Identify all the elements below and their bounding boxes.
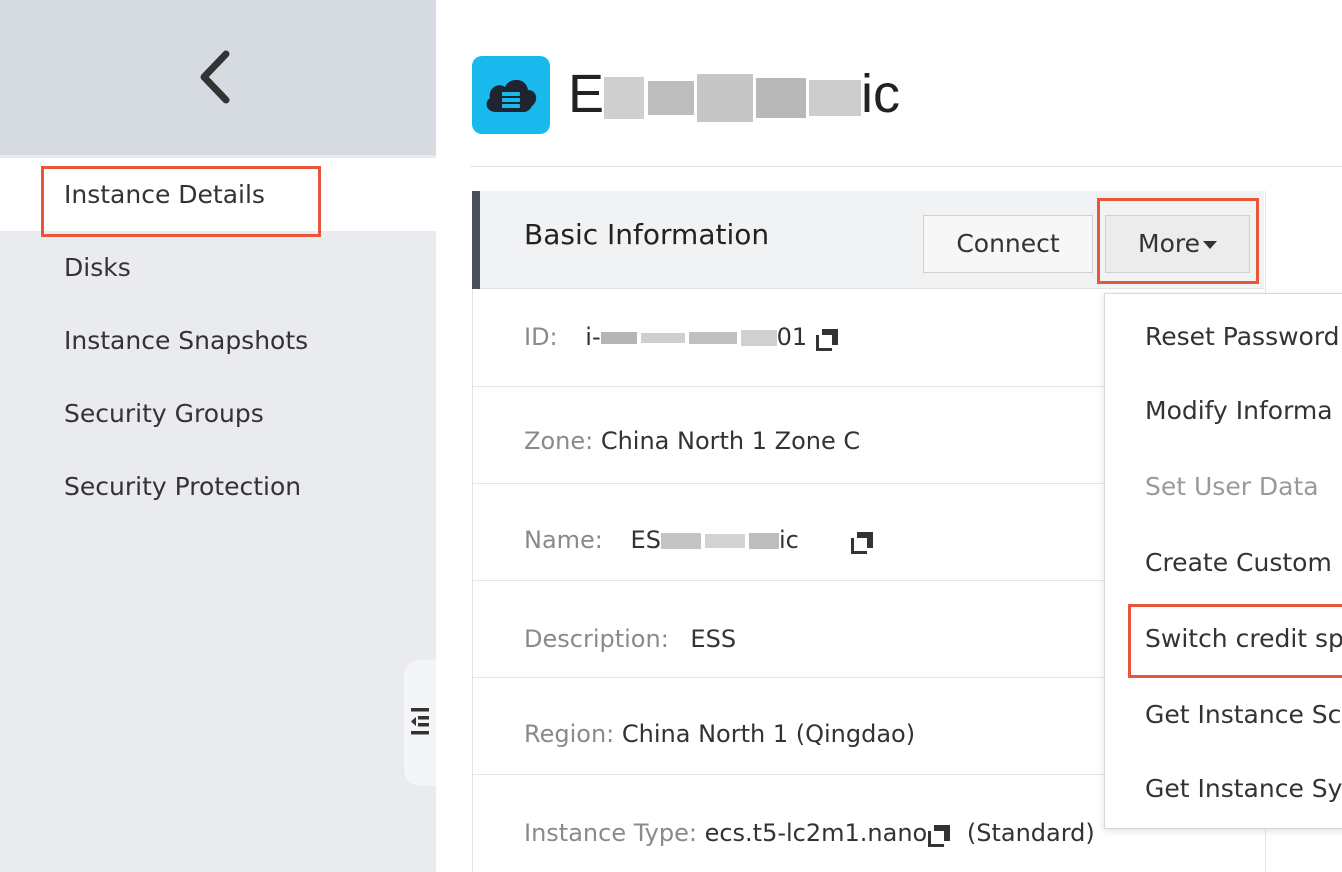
redacted-text: [600, 323, 777, 351]
row-value: China North 1 Zone C: [600, 427, 861, 455]
sidebar-item-label: Instance Snapshots: [64, 326, 309, 355]
page-title-start: E: [568, 64, 605, 124]
row-label: Description:: [524, 625, 669, 653]
copy-icon[interactable]: [815, 326, 839, 351]
highlight-box-instance-details: [41, 166, 321, 237]
sidebar-item-label: Security Protection: [64, 472, 302, 501]
sidebar-item-disks[interactable]: Disks: [0, 231, 436, 304]
sidebar-item-label: Disks: [64, 253, 131, 282]
menu-item-set-user-data: Set User Data: [1145, 472, 1319, 501]
highlight-box-switch-credit: [1128, 604, 1342, 678]
copy-icon[interactable]: [927, 822, 951, 847]
sidebar-item-security-protection[interactable]: Security Protection: [0, 450, 436, 523]
copy-icon[interactable]: [850, 529, 874, 554]
menu-item-modify-information[interactable]: Modify Informa: [1145, 396, 1333, 425]
sidebar-item-instance-snapshots[interactable]: Instance Snapshots: [0, 304, 436, 377]
collapse-sidebar-icon[interactable]: [409, 705, 431, 737]
panel-title: Basic Information: [524, 218, 770, 251]
row-value: ecs.t5-lc2m1.nano: [704, 819, 928, 847]
row-label: ID:: [524, 323, 558, 351]
sidebar-item-security-groups[interactable]: Security Groups: [0, 377, 436, 450]
panel-accent-bar: [472, 191, 480, 289]
connect-button[interactable]: Connect: [923, 215, 1093, 273]
row-value-start: i-: [585, 323, 601, 351]
more-dropdown-menu: Reset Password Modify Informa Set User D…: [1104, 293, 1342, 829]
chevron-left-icon[interactable]: [196, 48, 236, 106]
redacted-text: [660, 526, 779, 554]
row-value-start: ES: [630, 526, 661, 554]
highlight-box-more: [1097, 198, 1259, 284]
row-value-end: ic: [778, 526, 799, 554]
row-label: Zone:: [524, 427, 594, 455]
row-value-suffix: (Standard): [966, 819, 1095, 847]
row-label: Instance Type:: [524, 819, 697, 847]
sidebar-item-label: Security Groups: [64, 399, 264, 428]
cloud-server-icon: [472, 56, 550, 134]
row-value: ESS: [690, 625, 737, 653]
row-label: Region:: [524, 720, 615, 748]
page-title-end: ic: [861, 64, 901, 124]
menu-item-create-custom[interactable]: Create Custom: [1145, 548, 1332, 577]
page-title: Eic: [568, 58, 900, 130]
menu-item-get-instance-screenshot[interactable]: Get Instance Sc: [1145, 700, 1341, 729]
menu-item-reset-password[interactable]: Reset Password: [1145, 322, 1340, 351]
row-label: Name:: [524, 526, 603, 554]
header-divider: [470, 166, 1342, 167]
row-value: China North 1 (Qingdao): [621, 720, 916, 748]
row-value-end: 01: [776, 323, 808, 351]
menu-item-get-instance-system-log[interactable]: Get Instance Sy: [1145, 774, 1342, 803]
redacted-text: [604, 58, 862, 130]
